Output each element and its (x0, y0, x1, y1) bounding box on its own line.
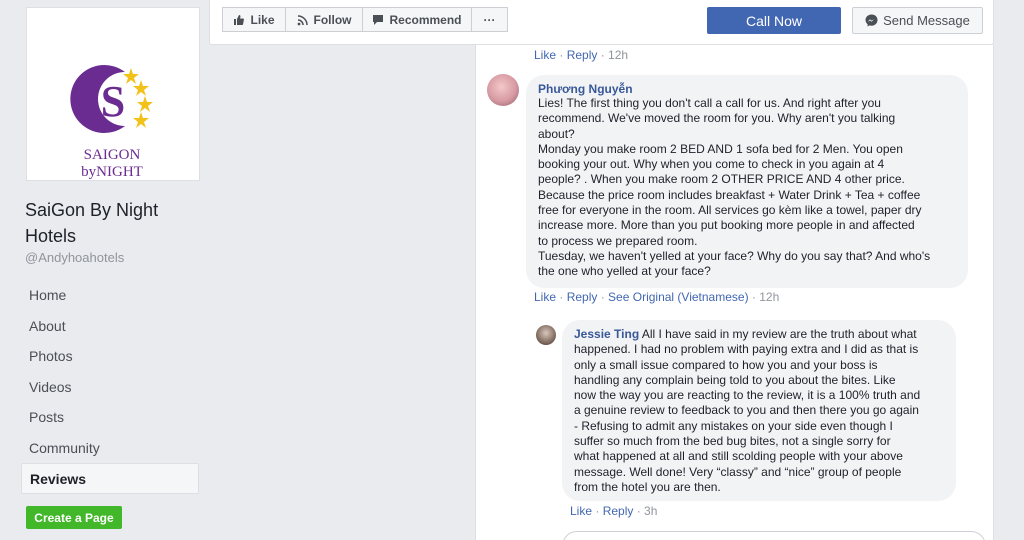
page-profile-picture[interactable]: S SAIGON byNIGHT (26, 7, 200, 181)
svg-text:byNIGHT: byNIGHT (81, 164, 143, 180)
like-link[interactable]: Like (570, 504, 592, 518)
timestamp: 12h (759, 290, 780, 304)
previous-comment-meta: Like · Reply · 12h (534, 48, 629, 62)
comment-meta: Like · Reply · See Original (Vietnamese)… (534, 290, 780, 304)
nav-item-reviews[interactable]: Reviews (21, 463, 199, 494)
saigon-by-night-logo: S SAIGON byNIGHT (70, 65, 153, 180)
nav-item-home[interactable]: Home (21, 280, 199, 311)
svg-text:SAIGON: SAIGON (84, 147, 141, 163)
reply-input[interactable] (562, 531, 986, 540)
reply-link[interactable]: Reply (567, 290, 598, 304)
avatar[interactable] (487, 74, 519, 106)
comment-text: happened. I had no problem with paying e… (574, 342, 921, 494)
nav-item-about[interactable]: About (21, 311, 199, 342)
nav-item-community[interactable]: Community (21, 433, 199, 464)
nav-item-posts[interactable]: Posts (21, 402, 199, 433)
recommend-page-button[interactable]: Recommend (362, 7, 472, 32)
call-now-button[interactable]: Call Now (707, 7, 841, 34)
page-handle[interactable]: @Andyhoahotels (25, 250, 124, 265)
rss-icon (297, 14, 308, 25)
page-title[interactable]: SaiGon By Night Hotels (25, 197, 205, 249)
recommend-page-label: Recommend (389, 12, 462, 27)
create-page-button[interactable]: Create a Page (26, 506, 122, 529)
send-message-label: Send Message (883, 13, 970, 28)
reply-link[interactable]: Reply (603, 504, 634, 518)
comment-bubble: Phương Nguyễn Lies! The first thing you … (526, 75, 968, 288)
send-message-button[interactable]: Send Message (852, 7, 983, 34)
messenger-icon (865, 14, 878, 27)
follow-page-button[interactable]: Follow (285, 7, 363, 32)
like-link[interactable]: Like (534, 290, 556, 304)
comment-author[interactable]: Phương Nguyễn (538, 82, 956, 96)
like-link[interactable]: Like (534, 48, 556, 62)
follow-page-label: Follow (313, 12, 352, 27)
like-page-label: Like (250, 12, 275, 27)
svg-text:S: S (101, 77, 125, 126)
avatar[interactable] (536, 325, 556, 345)
comment-text: Lies! The first thing you don't call a c… (538, 96, 931, 279)
timestamp: 12h (608, 48, 629, 62)
comment-meta: Like · Reply · 3h (570, 504, 658, 518)
comment-author[interactable]: Jessie Ting (574, 327, 639, 341)
nav-item-photos[interactable]: Photos (21, 341, 199, 372)
timestamp: 3h (644, 504, 658, 518)
comment-text-start: All I have said in my review are the tru… (641, 327, 917, 341)
more-options-button[interactable]: ··· (471, 7, 508, 32)
see-original-link[interactable]: See Original (Vietnamese) (608, 290, 749, 304)
reply-link[interactable]: Reply (567, 48, 598, 62)
comment-bubble: Jessie Ting All I have said in my review… (562, 320, 956, 501)
comment-text-first-line: Jessie Ting All I have said in my review… (574, 327, 944, 342)
page-nav: Home About Photos Videos Posts Community… (21, 280, 199, 494)
page-action-bar: Like Follow Recommend ··· Call Now Send … (209, 0, 994, 45)
nav-item-videos[interactable]: Videos (21, 372, 199, 403)
speech-bubble-icon (373, 14, 384, 25)
thumbs-up-icon (234, 14, 245, 25)
like-page-button[interactable]: Like (222, 7, 286, 32)
